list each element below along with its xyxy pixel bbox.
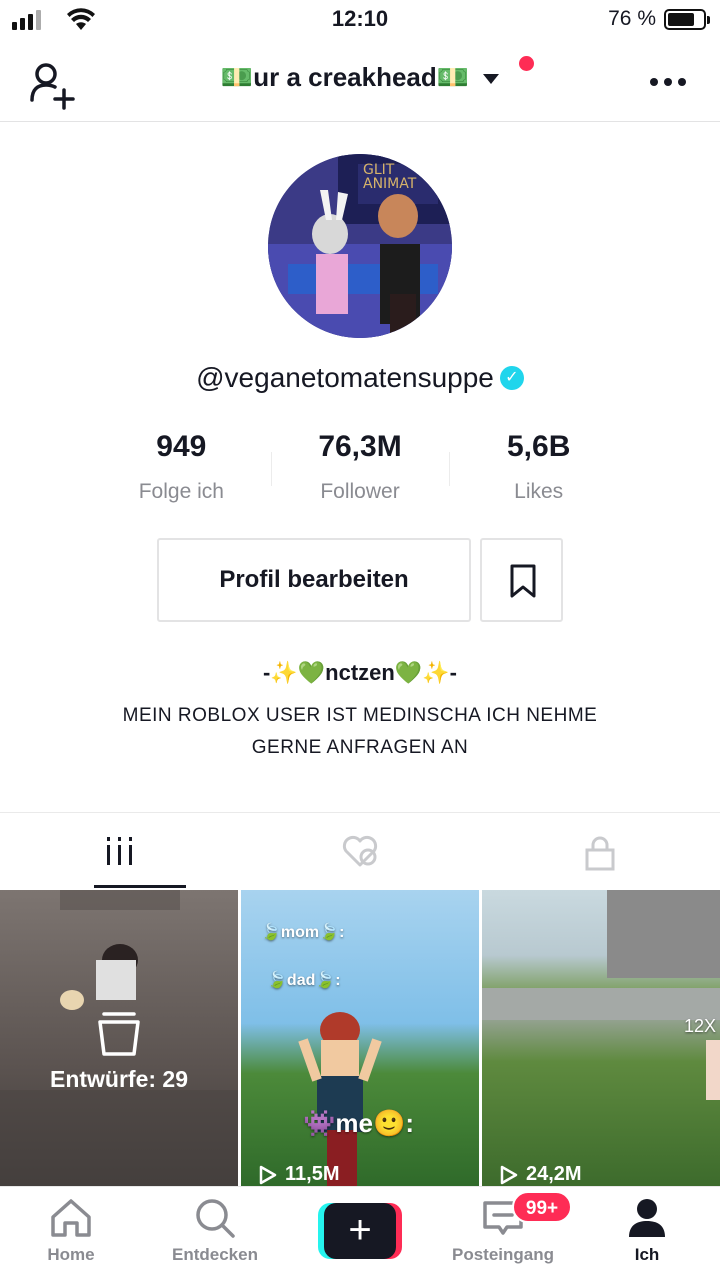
account-switcher[interactable]: 💵ur a creakhead💵 bbox=[0, 62, 720, 93]
username-text: @veganetomatensuppe bbox=[196, 362, 494, 393]
profile-tabs bbox=[0, 812, 720, 890]
verified-badge-icon: ✓ bbox=[499, 365, 524, 390]
tab-liked[interactable] bbox=[240, 813, 480, 890]
stat-following[interactable]: 949 Folge ich bbox=[92, 430, 271, 510]
favorites-button[interactable] bbox=[480, 538, 563, 622]
profile-stats: 949 Folge ich 76,3M Follower 5,6B Likes bbox=[92, 430, 628, 510]
svg-text:ANIMAT: ANIMAT bbox=[363, 176, 417, 192]
nav-profile[interactable]: Ich bbox=[582, 1197, 712, 1265]
battery-percent: 76 % bbox=[608, 7, 656, 30]
video-tile[interactable]: 12X 24,2M bbox=[482, 890, 720, 1186]
username: @veganetomatensuppe ✓ bbox=[0, 362, 720, 394]
bottom-nav: Home Entdecken + Posteingang 99+ Ich bbox=[0, 1186, 720, 1280]
nav-label: Entdecken bbox=[172, 1245, 258, 1264]
play-icon bbox=[259, 1165, 277, 1184]
view-count: 11,5M bbox=[259, 1163, 339, 1186]
plus-icon: + bbox=[324, 1203, 396, 1259]
view-count: 24,2M bbox=[500, 1163, 582, 1186]
stat-followers[interactable]: 76,3M Follower bbox=[270, 430, 450, 510]
nav-home[interactable]: Home bbox=[6, 1197, 136, 1265]
stat-label: Follower bbox=[320, 480, 400, 503]
view-count-text: 24,2M bbox=[526, 1163, 582, 1185]
search-icon bbox=[196, 1199, 235, 1238]
stat-value: 5,6B bbox=[506, 430, 571, 463]
stat-likes[interactable]: 5,6B Likes bbox=[449, 430, 628, 510]
create-button[interactable]: + bbox=[318, 1203, 402, 1259]
nav-label: Home bbox=[47, 1245, 95, 1264]
bio-title: -✨💚nctzen💚✨- bbox=[263, 660, 457, 685]
drafts-icon bbox=[98, 1012, 140, 1056]
bookmark-icon bbox=[510, 564, 536, 598]
profile-header: 💵ur a creakhead💵 bbox=[0, 44, 720, 122]
overlay-text: 12X bbox=[684, 1016, 717, 1036]
heart-hidden-icon bbox=[342, 835, 378, 867]
stat-value: 949 bbox=[156, 430, 207, 463]
view-count-text: 11,5M bbox=[285, 1163, 340, 1185]
avatar[interactable]: GLIT ANIMAT bbox=[268, 154, 452, 338]
chevron-down-icon bbox=[483, 74, 500, 85]
nav-label: Ich bbox=[634, 1245, 660, 1264]
video-grid: Entwürfe: 29 🍃mom🍃: 🍃dad🍃: 👾me🙂: 11,5M 1… bbox=[0, 890, 720, 1186]
stat-label: Likes bbox=[514, 480, 564, 503]
drafts-tile[interactable]: Entwürfe: 29 bbox=[0, 890, 238, 1186]
nav-label: Posteingang bbox=[451, 1245, 554, 1264]
nav-discover[interactable]: Entdecken bbox=[150, 1197, 280, 1265]
profile-icon bbox=[629, 1199, 665, 1237]
overlay-text: 👾me🙂: bbox=[303, 1108, 414, 1138]
bio-text: MEIN ROBLOX USER IST MEDINSCHA ICH NEHME… bbox=[122, 705, 598, 758]
stat-value: 76,3M bbox=[318, 430, 402, 463]
more-options-icon[interactable] bbox=[650, 78, 686, 86]
stat-label: Folge ich bbox=[138, 480, 224, 503]
play-icon bbox=[500, 1165, 518, 1184]
tab-private[interactable] bbox=[480, 813, 720, 890]
status-bar: 12:10 76 % bbox=[0, 0, 720, 40]
inbox-badge: 99+ bbox=[512, 1191, 572, 1223]
drafts-label: Entwürfe: 29 bbox=[49, 1066, 189, 1092]
battery-icon bbox=[664, 9, 710, 30]
edit-profile-button[interactable]: Profil bearbeiten bbox=[157, 538, 471, 622]
video-tile[interactable]: 🍃mom🍃: 🍃dad🍃: 👾me🙂: 11,5M bbox=[241, 890, 479, 1186]
tab-videos[interactable] bbox=[0, 813, 240, 890]
home-icon bbox=[51, 1199, 91, 1237]
overlay-text: 🍃mom🍃: bbox=[261, 924, 345, 941]
grid-icon bbox=[107, 837, 132, 865]
notification-dot bbox=[519, 56, 534, 71]
account-title: 💵ur a creakhead💵 bbox=[220, 62, 470, 92]
overlay-text: 🍃dad🍃: bbox=[267, 972, 341, 989]
lock-icon bbox=[585, 836, 615, 871]
